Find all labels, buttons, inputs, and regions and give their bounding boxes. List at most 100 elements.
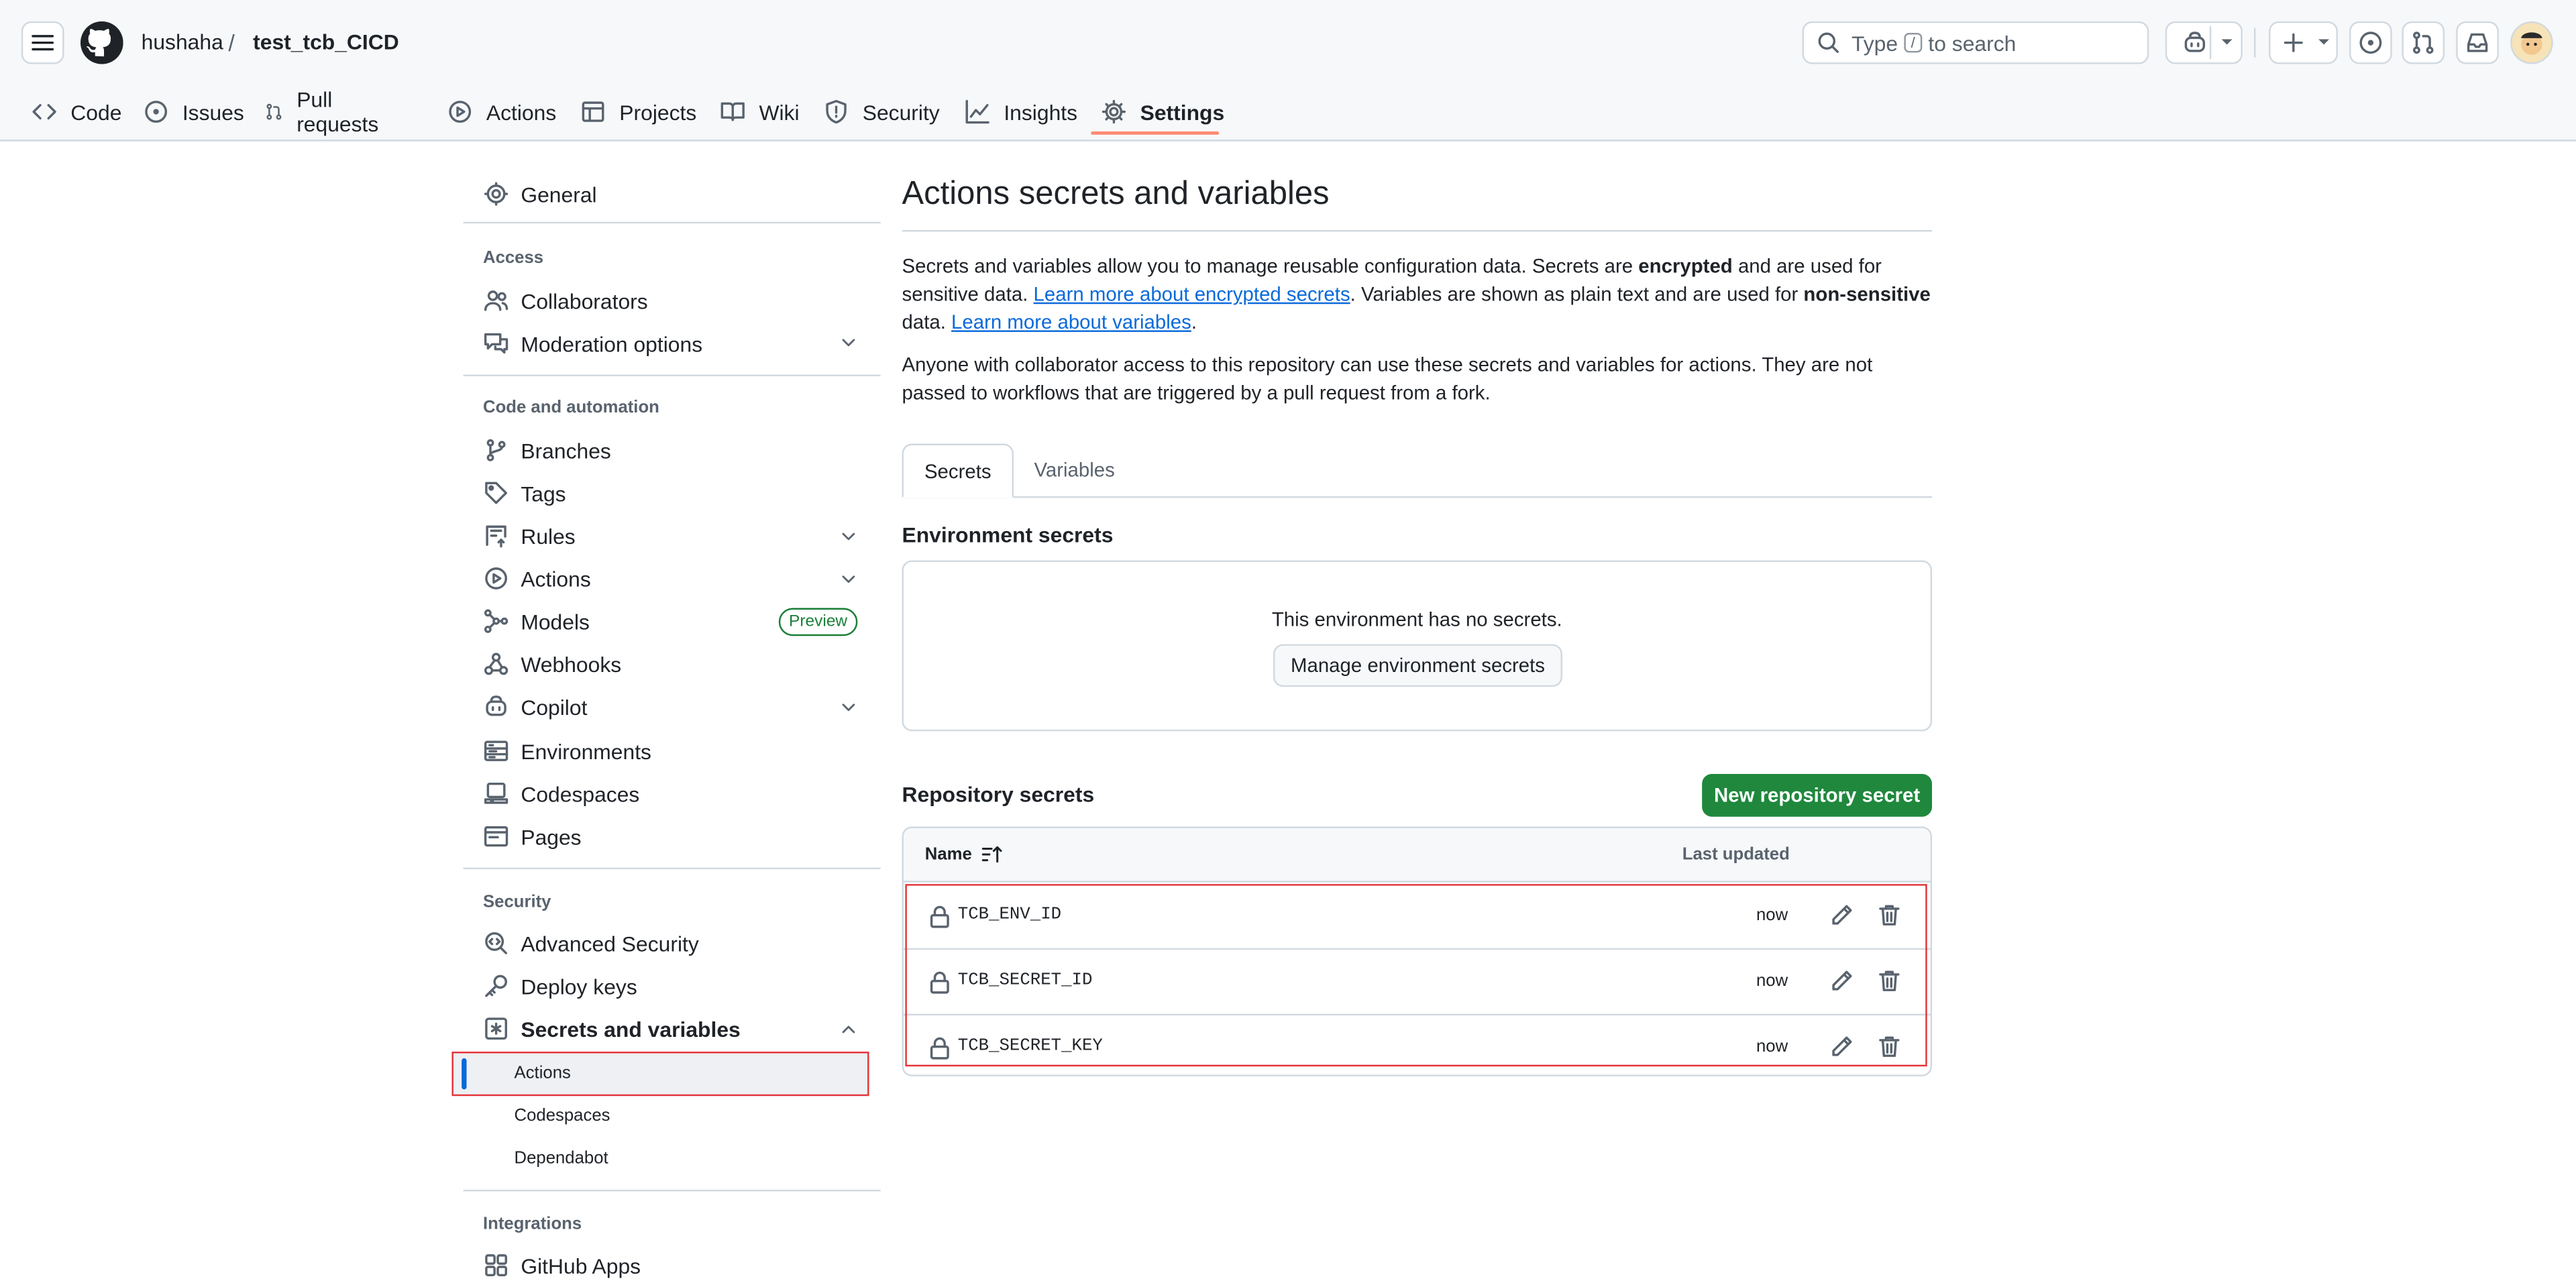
tab-secrets[interactable]: Secrets	[902, 443, 1014, 498]
sidebar-label: Rules	[521, 523, 576, 549]
sidebar-divider	[463, 867, 881, 870]
repo-link[interactable]: test_tcb_CICD	[253, 30, 399, 56]
copilot-button[interactable]	[2165, 21, 2243, 64]
play-icon	[449, 101, 472, 123]
repo-push-icon	[486, 525, 506, 548]
tab-projects[interactable]: Projects	[580, 85, 696, 137]
sidebar-label: Webhooks	[521, 651, 622, 677]
preview-badge: Preview	[778, 608, 858, 636]
issues-button[interactable]	[2349, 21, 2392, 64]
github-logo-icon[interactable]	[80, 21, 123, 64]
tab-label: Actions	[486, 99, 557, 124]
repository-secrets-heading: Repository secrets	[902, 782, 1095, 807]
search-text-before: Type	[1851, 30, 1898, 56]
learn-secrets-link[interactable]: Learn more about encrypted secrets	[1034, 282, 1350, 305]
sidebar-heading-integrations: Integrations	[483, 1214, 582, 1235]
sidebar-item-branches[interactable]: Branches	[483, 434, 611, 467]
sidebar-label: Actions	[521, 566, 591, 591]
sidebar-label: Moderation options	[521, 331, 703, 356]
chevron-down-icon[interactable]	[838, 697, 859, 718]
chevron-down-icon	[2221, 39, 2233, 45]
table-row: TCB_SECRET_KEY now	[904, 1014, 1931, 1075]
sidebar-item-general[interactable]: General	[483, 178, 597, 211]
chevron-down-icon[interactable]	[838, 332, 859, 353]
gear-icon	[1102, 99, 1126, 124]
sidebar-item-advanced-security[interactable]: Advanced Security	[483, 927, 699, 960]
sidebar-item-tags[interactable]: Tags	[483, 477, 566, 510]
intro-bold: encrypted	[1638, 254, 1733, 278]
inbox-button[interactable]	[2456, 21, 2499, 64]
sidebar-subitem-codespaces[interactable]: Codespaces	[515, 1106, 610, 1125]
learn-variables-link[interactable]: Learn more about variables	[951, 311, 1191, 333]
server-icon	[484, 740, 508, 761]
tab-variables[interactable]: Variables	[1014, 444, 1135, 496]
tab-issues[interactable]: Issues	[143, 85, 244, 137]
chevron-down-icon[interactable]	[838, 526, 859, 547]
breadcrumb-separator: /	[228, 30, 235, 56]
sidebar-subitem-actions[interactable]: Actions	[515, 1063, 571, 1082]
sidebar-label: Models	[521, 608, 590, 634]
owner-link[interactable]: hushaha	[142, 30, 223, 56]
pencil-icon[interactable]	[1829, 902, 1855, 928]
code-icon	[32, 104, 56, 120]
pencil-icon[interactable]	[1829, 968, 1855, 994]
title-divider	[902, 230, 1933, 232]
search-input[interactable]: Type / to search	[1802, 21, 2149, 64]
tab-actions[interactable]: Actions	[447, 85, 556, 137]
manage-environment-secrets-button[interactable]: Manage environment secrets	[1273, 644, 1562, 687]
sidebar-item-pages[interactable]: Pages	[483, 820, 582, 853]
table-row: TCB_SECRET_ID now	[903, 948, 1931, 1016]
secret-updated: now	[1756, 971, 1788, 991]
chevron-down-icon[interactable]	[838, 569, 859, 590]
sidebar-subitem-dependabot[interactable]: Dependabot	[515, 1149, 608, 1168]
sidebar-item-github-apps[interactable]: GitHub Apps	[483, 1249, 641, 1282]
sort-icon[interactable]	[981, 843, 1004, 866]
sidebar-label: Branches	[521, 437, 611, 463]
copilot-icon	[2184, 32, 2204, 52]
new-repository-secret-button[interactable]: New repository secret	[1702, 773, 1933, 817]
sidebar-item-deploy-keys[interactable]: Deploy keys	[483, 970, 637, 1003]
secret-name: TCB_SECRET_ID	[957, 971, 1093, 991]
sidebar-item-secrets-variables[interactable]: Secrets and variables	[483, 1012, 741, 1045]
sidebar-item-rules[interactable]: Rules	[483, 519, 576, 552]
chevron-up-icon[interactable]	[838, 1019, 859, 1040]
tab-insights[interactable]: Insights	[965, 85, 1077, 137]
sidebar-label: Deploy keys	[521, 973, 637, 999]
tab-wiki[interactable]: Wiki	[720, 85, 800, 137]
pull-requests-button[interactable]	[2402, 21, 2445, 64]
codescan-icon	[485, 932, 508, 954]
search-icon	[1818, 32, 1839, 53]
tab-label: Issues	[182, 99, 244, 124]
sidebar-item-copilot[interactable]: Copilot	[483, 690, 587, 723]
sidebar-item-environments[interactable]: Environments	[483, 734, 651, 767]
trash-icon[interactable]	[1876, 902, 1902, 928]
tab-pull-requests[interactable]: Pull requests	[264, 85, 386, 137]
gear-icon	[484, 182, 508, 206]
menu-button[interactable]	[21, 21, 64, 64]
plus-icon	[2284, 33, 2303, 52]
sidebar-item-codespaces[interactable]: Codespaces	[483, 777, 639, 810]
table-header: Name Last updated	[903, 828, 1931, 883]
copilot-icon	[486, 695, 506, 716]
sidebar-label: Codespaces	[521, 781, 640, 806]
user-avatar[interactable]	[2510, 21, 2553, 64]
column-name-header[interactable]: Name	[925, 844, 972, 864]
sidebar-item-webhooks[interactable]: Webhooks	[483, 647, 621, 680]
tab-settings[interactable]: Settings	[1101, 85, 1224, 137]
create-new-button[interactable]	[2269, 21, 2338, 64]
sidebar-label: Pages	[521, 824, 582, 849]
trash-icon[interactable]	[1876, 968, 1902, 994]
codespaces-icon	[484, 782, 508, 804]
tab-security[interactable]: Security	[823, 85, 940, 137]
sidebar-item-moderation[interactable]: Moderation options	[483, 327, 702, 360]
sidebar-item-actions[interactable]: Actions	[483, 562, 591, 595]
sidebar-label: Secrets and variables	[521, 1016, 741, 1042]
sidebar-label: General	[521, 181, 597, 207]
issue-icon	[2359, 32, 2382, 54]
trash-icon[interactable]	[1876, 1033, 1902, 1060]
sidebar-item-collaborators[interactable]: Collaborators	[483, 284, 648, 317]
tab-label: Settings	[1140, 99, 1225, 124]
sidebar-item-models[interactable]: Models	[483, 605, 590, 638]
tab-code[interactable]: Code	[32, 85, 122, 137]
pencil-icon[interactable]	[1829, 1033, 1855, 1060]
